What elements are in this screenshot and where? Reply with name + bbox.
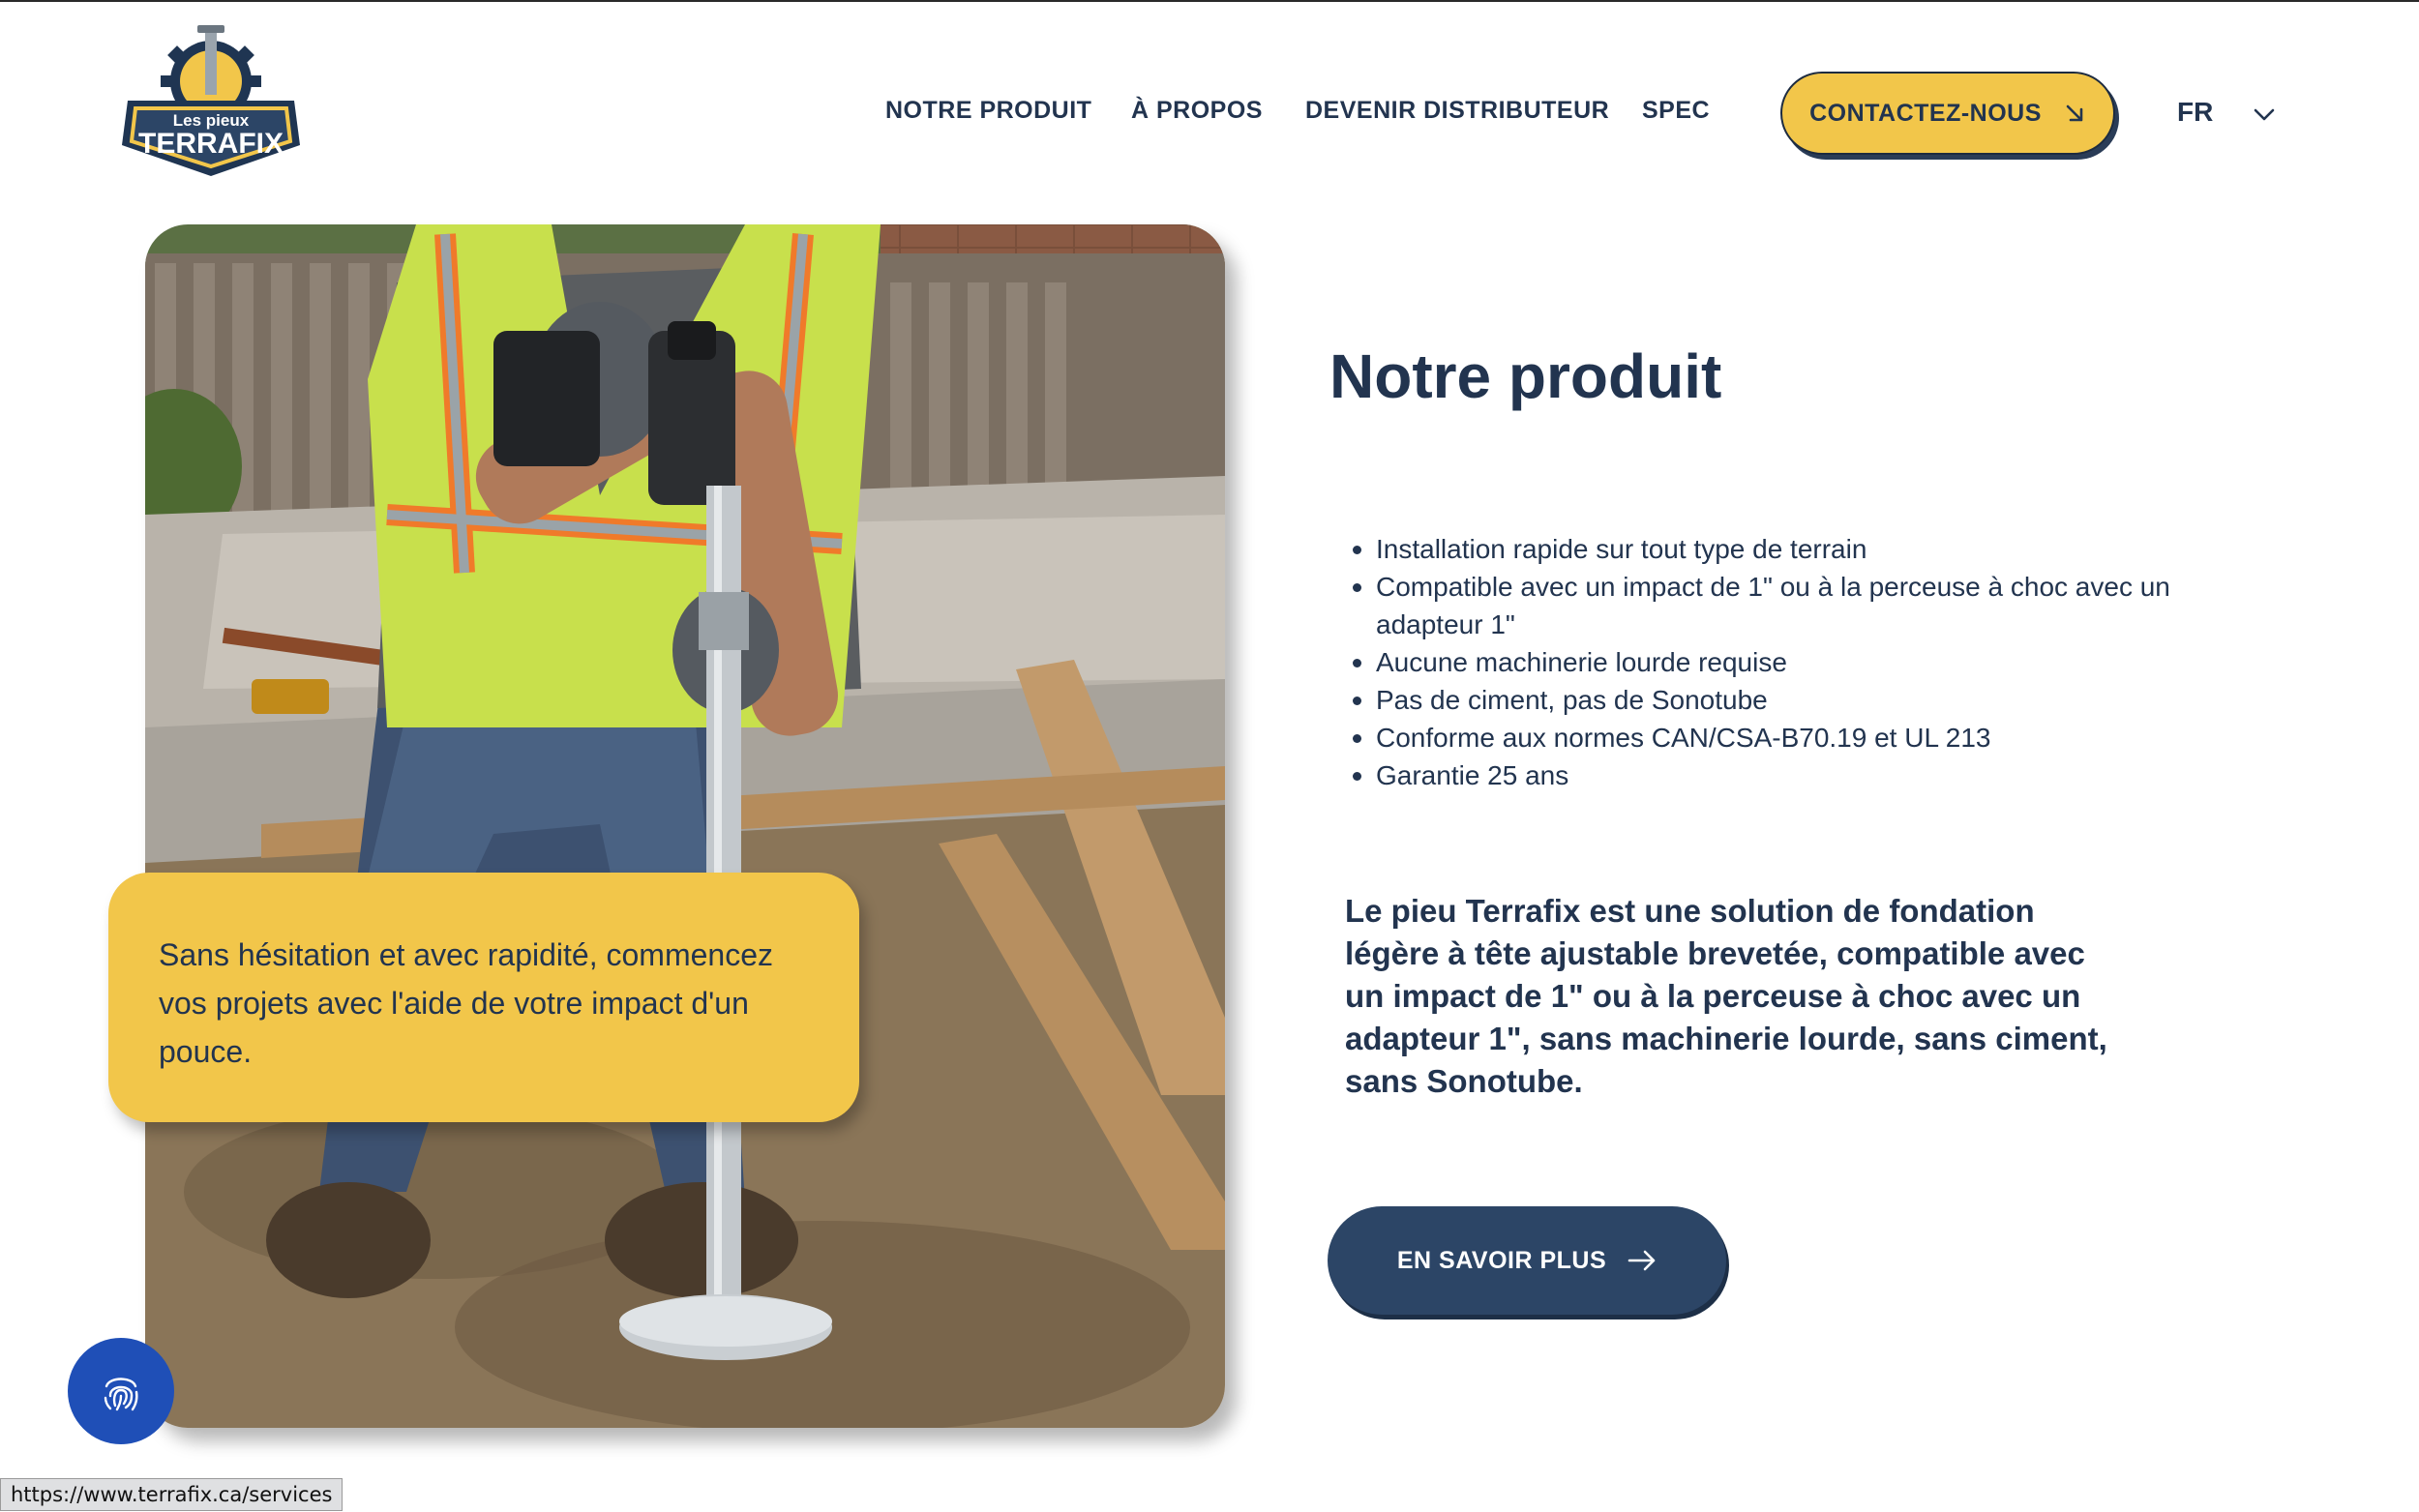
logo-emblem: Les pieux TERRAFIX	[122, 25, 300, 176]
chevron-down-icon[interactable]	[2251, 101, 2278, 128]
hero-quote-text: Sans hésitation et avec rapidité, commen…	[159, 937, 773, 1069]
product-feature-list: Installation rapide sur tout type de ter…	[1353, 530, 2185, 794]
nav-spec[interactable]: SPEC	[1642, 97, 1710, 135]
accessibility-button[interactable]	[68, 1338, 174, 1444]
window-top-border	[0, 0, 2419, 2]
product-title: Notre produit	[1329, 341, 1722, 411]
learn-more-button[interactable]: EN SAVOIR PLUS	[1328, 1206, 1726, 1315]
nav-a-propos[interactable]: À PROPOS	[1131, 97, 1263, 135]
feature-item: Pas de ciment, pas de Sonotube	[1353, 681, 2185, 719]
arrow-right-icon	[1628, 1250, 1656, 1271]
language-selector[interactable]: FR	[2177, 97, 2213, 128]
hero-quote-card: Sans hésitation et avec rapidité, commen…	[108, 873, 859, 1122]
nav-devenir-distributeur[interactable]: DEVENIR DISTRIBUTEUR	[1305, 97, 1609, 135]
feature-item: Garantie 25 ans	[1353, 756, 2185, 794]
feature-item: Compatible avec un impact de 1" ou à la …	[1353, 568, 2185, 643]
terrafix-logo[interactable]: Les pieux TERRAFIX	[114, 21, 308, 184]
feature-item: Installation rapide sur tout type de ter…	[1353, 530, 2185, 568]
status-bar-url: https://www.terrafix.ca/services	[0, 1478, 343, 1511]
logo-brand-text: TERRAFIX	[138, 128, 284, 160]
arrow-down-right-icon	[2066, 104, 2083, 122]
fingerprint-icon	[104, 1378, 138, 1411]
feature-item: Aucune machinerie lourde requise	[1353, 643, 2185, 681]
feature-item: Conforme aux normes CAN/CSA-B70.19 et UL…	[1353, 719, 2185, 756]
contact-button-label: CONTACTEZ-NOUS	[1809, 99, 2042, 127]
product-description: Le pieu Terrafix est une solution de fon…	[1345, 893, 2107, 1099]
learn-more-label: EN SAVOIR PLUS	[1396, 1246, 1607, 1274]
hero-photo-worker-installing-pile	[145, 224, 1225, 1428]
contact-button[interactable]: CONTACTEZ-NOUS	[1780, 72, 2115, 155]
nav-notre-produit[interactable]: NOTRE PRODUIT	[885, 97, 1091, 135]
